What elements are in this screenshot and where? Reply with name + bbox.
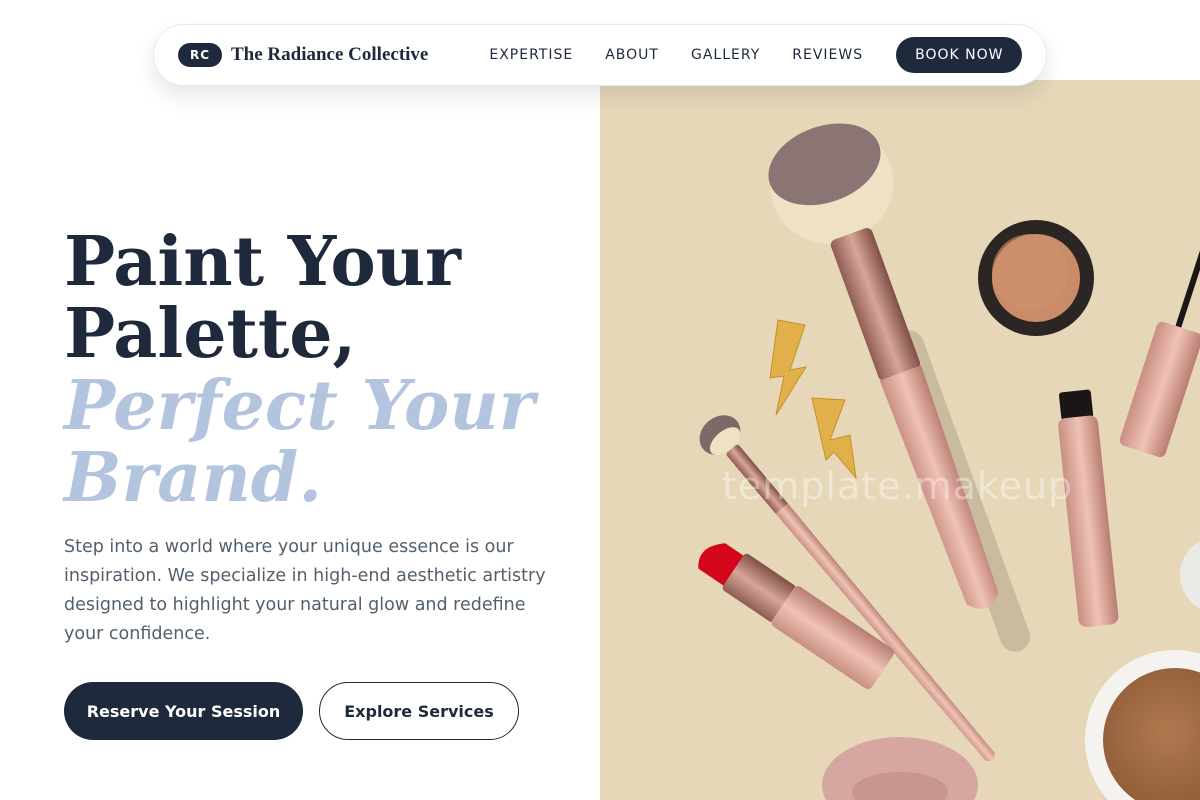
hero-image: template.makeup: [600, 80, 1200, 800]
headline-line-1: Paint Your: [64, 222, 461, 302]
headline-accent-line-1: Perfect Your: [64, 366, 535, 446]
hero-description: Step into a world where your unique esse…: [64, 537, 546, 644]
nav-links: EXPERTISE ABOUT GALLERY REVIEWS: [489, 47, 895, 63]
reserve-session-button[interactable]: Reserve Your Session: [64, 682, 303, 740]
nav-link-gallery[interactable]: GALLERY: [691, 47, 760, 63]
top-navbar: RC The Radiance Collective EXPERTISE ABO…: [153, 24, 1047, 86]
nav-link-expertise[interactable]: EXPERTISE: [489, 47, 573, 63]
brand-name: The Radiance Collective: [231, 44, 429, 65]
book-now-button[interactable]: BOOK NOW: [896, 37, 1023, 73]
nav-link-reviews[interactable]: REVIEWS: [792, 47, 863, 63]
makeup-flatlay-illustration: [698, 123, 1200, 800]
headline-accent-line-2: Brand.: [64, 438, 323, 518]
nav-link-about[interactable]: ABOUT: [605, 47, 659, 63]
hero-headline: Paint Your Palette, Perfect Your Brand.: [64, 226, 584, 514]
brand-initials-badge: RC: [178, 43, 222, 67]
headline-line-2: Palette,: [64, 294, 357, 374]
brand-logo[interactable]: RC The Radiance Collective: [178, 43, 428, 67]
image-watermark: template.makeup: [722, 464, 1074, 508]
explore-services-button[interactable]: Explore Services: [319, 682, 519, 740]
